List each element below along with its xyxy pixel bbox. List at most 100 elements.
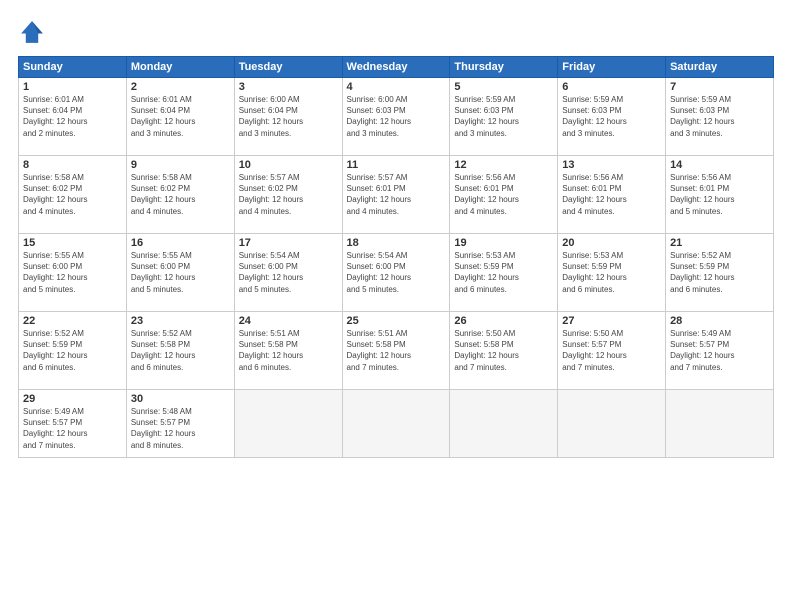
day-number: 21: [670, 237, 769, 249]
weekday-header-monday: Monday: [126, 57, 234, 78]
day-number: 12: [454, 159, 553, 171]
weekday-header-saturday: Saturday: [666, 57, 774, 78]
day-number: 4: [347, 81, 446, 93]
calendar-day-cell: 5Sunrise: 5:59 AM Sunset: 6:03 PM Daylig…: [450, 78, 558, 156]
day-info: Sunrise: 5:51 AM Sunset: 5:58 PM Dayligh…: [347, 328, 446, 373]
weekday-header-tuesday: Tuesday: [234, 57, 342, 78]
day-number: 20: [562, 237, 661, 249]
day-info: Sunrise: 5:52 AM Sunset: 5:59 PM Dayligh…: [23, 328, 122, 373]
calendar-week-row: 29Sunrise: 5:49 AM Sunset: 5:57 PM Dayli…: [19, 390, 774, 458]
day-info: Sunrise: 6:00 AM Sunset: 6:03 PM Dayligh…: [347, 94, 446, 139]
calendar-page: SundayMondayTuesdayWednesdayThursdayFrid…: [0, 0, 792, 612]
calendar-week-row: 8Sunrise: 5:58 AM Sunset: 6:02 PM Daylig…: [19, 156, 774, 234]
day-number: 11: [347, 159, 446, 171]
day-number: 19: [454, 237, 553, 249]
day-info: Sunrise: 5:58 AM Sunset: 6:02 PM Dayligh…: [131, 172, 230, 217]
calendar-day-cell: 23Sunrise: 5:52 AM Sunset: 5:58 PM Dayli…: [126, 312, 234, 390]
page-header: [18, 18, 774, 46]
weekday-header-friday: Friday: [558, 57, 666, 78]
day-info: Sunrise: 5:52 AM Sunset: 5:59 PM Dayligh…: [670, 250, 769, 295]
day-number: 13: [562, 159, 661, 171]
day-info: Sunrise: 5:50 AM Sunset: 5:57 PM Dayligh…: [562, 328, 661, 373]
calendar-day-cell: 30Sunrise: 5:48 AM Sunset: 5:57 PM Dayli…: [126, 390, 234, 458]
day-number: 30: [131, 393, 230, 405]
day-info: Sunrise: 5:59 AM Sunset: 6:03 PM Dayligh…: [454, 94, 553, 139]
day-info: Sunrise: 5:53 AM Sunset: 5:59 PM Dayligh…: [454, 250, 553, 295]
day-number: 23: [131, 315, 230, 327]
calendar-day-cell: 2Sunrise: 6:01 AM Sunset: 6:04 PM Daylig…: [126, 78, 234, 156]
day-number: 5: [454, 81, 553, 93]
weekday-header-sunday: Sunday: [19, 57, 127, 78]
calendar-day-cell: [450, 390, 558, 458]
day-info: Sunrise: 5:57 AM Sunset: 6:02 PM Dayligh…: [239, 172, 338, 217]
calendar-day-cell: 10Sunrise: 5:57 AM Sunset: 6:02 PM Dayli…: [234, 156, 342, 234]
calendar-day-cell: 20Sunrise: 5:53 AM Sunset: 5:59 PM Dayli…: [558, 234, 666, 312]
calendar-day-cell: 1Sunrise: 6:01 AM Sunset: 6:04 PM Daylig…: [19, 78, 127, 156]
day-info: Sunrise: 5:56 AM Sunset: 6:01 PM Dayligh…: [454, 172, 553, 217]
calendar-day-cell: 6Sunrise: 5:59 AM Sunset: 6:03 PM Daylig…: [558, 78, 666, 156]
calendar-day-cell: 21Sunrise: 5:52 AM Sunset: 5:59 PM Dayli…: [666, 234, 774, 312]
day-number: 9: [131, 159, 230, 171]
calendar-day-cell: 15Sunrise: 5:55 AM Sunset: 6:00 PM Dayli…: [19, 234, 127, 312]
day-info: Sunrise: 5:56 AM Sunset: 6:01 PM Dayligh…: [562, 172, 661, 217]
day-number: 27: [562, 315, 661, 327]
weekday-header-row: SundayMondayTuesdayWednesdayThursdayFrid…: [19, 57, 774, 78]
calendar-day-cell: [558, 390, 666, 458]
day-number: 17: [239, 237, 338, 249]
day-number: 15: [23, 237, 122, 249]
calendar-day-cell: 8Sunrise: 5:58 AM Sunset: 6:02 PM Daylig…: [19, 156, 127, 234]
calendar-day-cell: 11Sunrise: 5:57 AM Sunset: 6:01 PM Dayli…: [342, 156, 450, 234]
calendar-day-cell: 29Sunrise: 5:49 AM Sunset: 5:57 PM Dayli…: [19, 390, 127, 458]
day-number: 29: [23, 393, 122, 405]
day-number: 7: [670, 81, 769, 93]
day-number: 22: [23, 315, 122, 327]
calendar-day-cell: 28Sunrise: 5:49 AM Sunset: 5:57 PM Dayli…: [666, 312, 774, 390]
calendar-day-cell: 9Sunrise: 5:58 AM Sunset: 6:02 PM Daylig…: [126, 156, 234, 234]
day-info: Sunrise: 5:56 AM Sunset: 6:01 PM Dayligh…: [670, 172, 769, 217]
weekday-header-wednesday: Wednesday: [342, 57, 450, 78]
calendar-day-cell: [666, 390, 774, 458]
calendar-day-cell: 16Sunrise: 5:55 AM Sunset: 6:00 PM Dayli…: [126, 234, 234, 312]
logo-icon: [18, 18, 46, 46]
day-info: Sunrise: 5:55 AM Sunset: 6:00 PM Dayligh…: [23, 250, 122, 295]
day-number: 14: [670, 159, 769, 171]
day-info: Sunrise: 5:59 AM Sunset: 6:03 PM Dayligh…: [562, 94, 661, 139]
calendar-day-cell: 14Sunrise: 5:56 AM Sunset: 6:01 PM Dayli…: [666, 156, 774, 234]
day-info: Sunrise: 5:50 AM Sunset: 5:58 PM Dayligh…: [454, 328, 553, 373]
calendar-day-cell: 27Sunrise: 5:50 AM Sunset: 5:57 PM Dayli…: [558, 312, 666, 390]
day-info: Sunrise: 5:57 AM Sunset: 6:01 PM Dayligh…: [347, 172, 446, 217]
calendar-day-cell: 25Sunrise: 5:51 AM Sunset: 5:58 PM Dayli…: [342, 312, 450, 390]
day-number: 16: [131, 237, 230, 249]
calendar-week-row: 15Sunrise: 5:55 AM Sunset: 6:00 PM Dayli…: [19, 234, 774, 312]
calendar-day-cell: 17Sunrise: 5:54 AM Sunset: 6:00 PM Dayli…: [234, 234, 342, 312]
day-info: Sunrise: 6:01 AM Sunset: 6:04 PM Dayligh…: [23, 94, 122, 139]
weekday-header-thursday: Thursday: [450, 57, 558, 78]
day-number: 6: [562, 81, 661, 93]
calendar-day-cell: 13Sunrise: 5:56 AM Sunset: 6:01 PM Dayli…: [558, 156, 666, 234]
day-number: 24: [239, 315, 338, 327]
calendar-day-cell: 3Sunrise: 6:00 AM Sunset: 6:04 PM Daylig…: [234, 78, 342, 156]
day-number: 8: [23, 159, 122, 171]
day-info: Sunrise: 6:00 AM Sunset: 6:04 PM Dayligh…: [239, 94, 338, 139]
day-number: 18: [347, 237, 446, 249]
calendar-day-cell: 7Sunrise: 5:59 AM Sunset: 6:03 PM Daylig…: [666, 78, 774, 156]
day-number: 25: [347, 315, 446, 327]
day-number: 2: [131, 81, 230, 93]
calendar-day-cell: 26Sunrise: 5:50 AM Sunset: 5:58 PM Dayli…: [450, 312, 558, 390]
calendar-day-cell: [234, 390, 342, 458]
day-number: 28: [670, 315, 769, 327]
calendar-day-cell: [342, 390, 450, 458]
calendar-day-cell: 18Sunrise: 5:54 AM Sunset: 6:00 PM Dayli…: [342, 234, 450, 312]
day-number: 3: [239, 81, 338, 93]
day-info: Sunrise: 5:59 AM Sunset: 6:03 PM Dayligh…: [670, 94, 769, 139]
day-info: Sunrise: 5:58 AM Sunset: 6:02 PM Dayligh…: [23, 172, 122, 217]
day-info: Sunrise: 5:51 AM Sunset: 5:58 PM Dayligh…: [239, 328, 338, 373]
day-info: Sunrise: 5:49 AM Sunset: 5:57 PM Dayligh…: [23, 406, 122, 451]
calendar-table: SundayMondayTuesdayWednesdayThursdayFrid…: [18, 56, 774, 458]
day-number: 1: [23, 81, 122, 93]
calendar-day-cell: 24Sunrise: 5:51 AM Sunset: 5:58 PM Dayli…: [234, 312, 342, 390]
day-number: 26: [454, 315, 553, 327]
day-number: 10: [239, 159, 338, 171]
calendar-day-cell: 19Sunrise: 5:53 AM Sunset: 5:59 PM Dayli…: [450, 234, 558, 312]
day-info: Sunrise: 5:54 AM Sunset: 6:00 PM Dayligh…: [239, 250, 338, 295]
